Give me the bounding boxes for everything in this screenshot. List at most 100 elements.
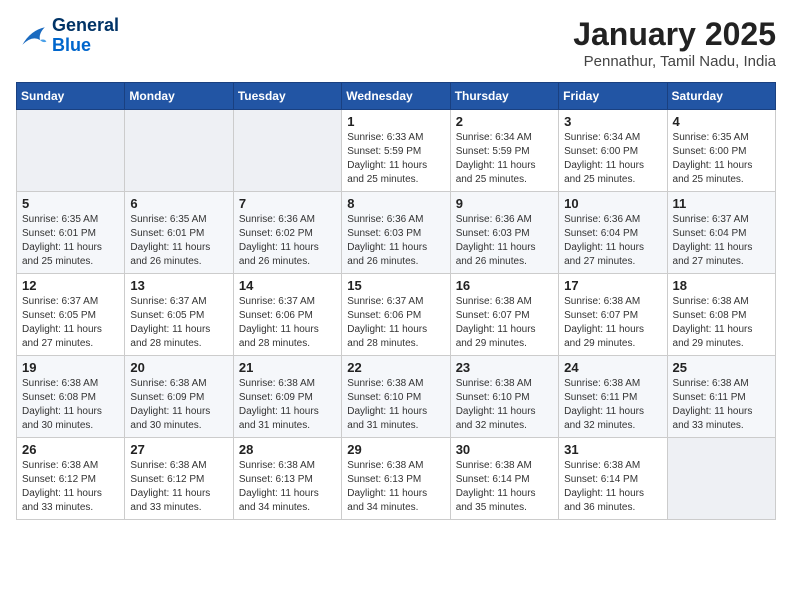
weekday-header-cell: Sunday	[17, 83, 125, 110]
day-info: Sunrise: 6:35 AM Sunset: 6:01 PM Dayligh…	[22, 213, 119, 269]
calendar-day-cell	[233, 110, 341, 192]
day-number: 22	[347, 360, 444, 375]
calendar-day-cell: 19 Sunrise: 6:38 AM Sunset: 6:08 PM Dayli…	[17, 356, 125, 438]
day-info: Sunrise: 6:38 AM Sunset: 6:09 PM Dayligh…	[130, 377, 227, 433]
calendar-subtitle: Pennathur, Tamil Nadu, India	[573, 53, 776, 70]
calendar-day-cell: 25 Sunrise: 6:38 AM Sunset: 6:11 PM Dayli…	[667, 356, 775, 438]
calendar-day-cell: 27Sunrise: 6:38 AM Sunset: 6:12 PM Dayli…	[125, 438, 233, 520]
day-info: Sunrise: 6:34 AM Sunset: 5:59 PM Dayligh…	[456, 131, 553, 187]
day-number: 23	[456, 360, 553, 375]
calendar-day-cell: 2 Sunrise: 6:34 AM Sunset: 5:59 PM Daylig…	[450, 110, 558, 192]
day-number: 28	[239, 442, 336, 457]
calendar-day-cell: 30Sunrise: 6:38 AM Sunset: 6:14 PM Dayli…	[450, 438, 558, 520]
weekday-header-cell: Friday	[559, 83, 667, 110]
calendar-day-cell: 22 Sunrise: 6:38 AM Sunset: 6:10 PM Dayli…	[342, 356, 450, 438]
day-number: 14	[239, 278, 336, 293]
day-number: 11	[673, 196, 770, 211]
day-info: Sunrise: 6:38 AM Sunset: 6:14 PM Dayligh…	[456, 459, 553, 515]
weekday-header-cell: Thursday	[450, 83, 558, 110]
day-number: 24	[564, 360, 661, 375]
calendar-day-cell: 3 Sunrise: 6:34 AM Sunset: 6:00 PM Daylig…	[559, 110, 667, 192]
day-info: Sunrise: 6:37 AM Sunset: 6:06 PM Dayligh…	[239, 295, 336, 351]
day-number: 5	[22, 196, 119, 211]
day-number: 1	[347, 114, 444, 129]
day-number: 15	[347, 278, 444, 293]
calendar-day-cell: 12 Sunrise: 6:37 AM Sunset: 6:05 PM Dayli…	[17, 274, 125, 356]
calendar-day-cell: 13 Sunrise: 6:37 AM Sunset: 6:05 PM Dayli…	[125, 274, 233, 356]
calendar-week-row: 26 Sunrise: 6:38 AM Sunset: 6:12 PM Dayli…	[17, 438, 776, 520]
day-number: 12	[22, 278, 119, 293]
calendar-day-cell: 24 Sunrise: 6:38 AM Sunset: 6:11 PM Dayli…	[559, 356, 667, 438]
day-number: 4	[673, 114, 770, 129]
day-info: Sunrise: 6:37 AM Sunset: 6:05 PM Dayligh…	[130, 295, 227, 351]
logo-bird-icon	[16, 22, 48, 50]
calendar-day-cell: 10 Sunrise: 6:36 AM Sunset: 6:04 PM Dayli…	[559, 192, 667, 274]
day-info: Sunrise: 6:38 AM Sunset: 6:14 PM Dayligh…	[564, 459, 661, 515]
calendar-day-cell: 14 Sunrise: 6:37 AM Sunset: 6:06 PM Dayli…	[233, 274, 341, 356]
calendar-week-row: 19 Sunrise: 6:38 AM Sunset: 6:08 PM Dayli…	[17, 356, 776, 438]
weekday-header-cell: Tuesday	[233, 83, 341, 110]
calendar-day-cell: 8Sunrise: 6:36 AM Sunset: 6:03 PM Daylig…	[342, 192, 450, 274]
day-info: Sunrise: 6:37 AM Sunset: 6:04 PM Dayligh…	[673, 213, 770, 269]
weekday-header-cell: Wednesday	[342, 83, 450, 110]
day-info: Sunrise: 6:38 AM Sunset: 6:13 PM Dayligh…	[239, 459, 336, 515]
day-info: Sunrise: 6:38 AM Sunset: 6:10 PM Dayligh…	[347, 377, 444, 433]
day-number: 25	[673, 360, 770, 375]
day-info: Sunrise: 6:38 AM Sunset: 6:11 PM Dayligh…	[673, 377, 770, 433]
logo: General Blue	[16, 16, 119, 56]
calendar-day-cell: 26 Sunrise: 6:38 AM Sunset: 6:12 PM Dayli…	[17, 438, 125, 520]
day-number: 26	[22, 442, 119, 457]
page-header: General Blue January 2025 Pennathur, Tam…	[16, 16, 776, 70]
day-number: 8	[347, 196, 444, 211]
day-number: 20	[130, 360, 227, 375]
calendar-day-cell	[125, 110, 233, 192]
day-info: Sunrise: 6:38 AM Sunset: 6:07 PM Dayligh…	[564, 295, 661, 351]
day-number: 21	[239, 360, 336, 375]
day-info: Sunrise: 6:35 AM Sunset: 6:00 PM Dayligh…	[673, 131, 770, 187]
day-number: 18	[673, 278, 770, 293]
calendar-day-cell: 9Sunrise: 6:36 AM Sunset: 6:03 PM Daylig…	[450, 192, 558, 274]
day-info: Sunrise: 6:36 AM Sunset: 6:02 PM Dayligh…	[239, 213, 336, 269]
day-info: Sunrise: 6:36 AM Sunset: 6:03 PM Dayligh…	[456, 213, 553, 269]
day-info: Sunrise: 6:38 AM Sunset: 6:12 PM Dayligh…	[22, 459, 119, 515]
calendar-day-cell: 23 Sunrise: 6:38 AM Sunset: 6:10 PM Dayli…	[450, 356, 558, 438]
day-info: Sunrise: 6:37 AM Sunset: 6:05 PM Dayligh…	[22, 295, 119, 351]
calendar-body: 1 Sunrise: 6:33 AM Sunset: 5:59 PM Daylig…	[17, 110, 776, 520]
day-number: 29	[347, 442, 444, 457]
weekday-header-cell: Saturday	[667, 83, 775, 110]
calendar-title: January 2025	[573, 16, 776, 53]
calendar-day-cell: 18 Sunrise: 6:38 AM Sunset: 6:08 PM Dayli…	[667, 274, 775, 356]
day-info: Sunrise: 6:38 AM Sunset: 6:08 PM Dayligh…	[22, 377, 119, 433]
day-number: 19	[22, 360, 119, 375]
calendar-day-cell: 20 Sunrise: 6:38 AM Sunset: 6:09 PM Dayli…	[125, 356, 233, 438]
day-number: 6	[130, 196, 227, 211]
calendar-day-cell: 31 Sunrise: 6:38 AM Sunset: 6:14 PM Dayli…	[559, 438, 667, 520]
calendar-day-cell: 1 Sunrise: 6:33 AM Sunset: 5:59 PM Daylig…	[342, 110, 450, 192]
calendar-day-cell: 4 Sunrise: 6:35 AM Sunset: 6:00 PM Daylig…	[667, 110, 775, 192]
day-number: 27	[130, 442, 227, 457]
day-number: 31	[564, 442, 661, 457]
calendar-table: SundayMondayTuesdayWednesdayThursdayFrid…	[16, 82, 776, 520]
day-info: Sunrise: 6:36 AM Sunset: 6:04 PM Dayligh…	[564, 213, 661, 269]
day-info: Sunrise: 6:38 AM Sunset: 6:10 PM Dayligh…	[456, 377, 553, 433]
calendar-day-cell: 5 Sunrise: 6:35 AM Sunset: 6:01 PM Daylig…	[17, 192, 125, 274]
day-info: Sunrise: 6:34 AM Sunset: 6:00 PM Dayligh…	[564, 131, 661, 187]
day-number: 3	[564, 114, 661, 129]
day-number: 10	[564, 196, 661, 211]
day-number: 13	[130, 278, 227, 293]
day-info: Sunrise: 6:38 AM Sunset: 6:11 PM Dayligh…	[564, 377, 661, 433]
calendar-week-row: 12 Sunrise: 6:37 AM Sunset: 6:05 PM Dayli…	[17, 274, 776, 356]
day-info: Sunrise: 6:37 AM Sunset: 6:06 PM Dayligh…	[347, 295, 444, 351]
day-number: 2	[456, 114, 553, 129]
day-info: Sunrise: 6:38 AM Sunset: 6:08 PM Dayligh…	[673, 295, 770, 351]
day-info: Sunrise: 6:33 AM Sunset: 5:59 PM Dayligh…	[347, 131, 444, 187]
weekday-header-cell: Monday	[125, 83, 233, 110]
weekday-header-row: SundayMondayTuesdayWednesdayThursdayFrid…	[17, 83, 776, 110]
calendar-week-row: 1 Sunrise: 6:33 AM Sunset: 5:59 PM Daylig…	[17, 110, 776, 192]
calendar-day-cell	[17, 110, 125, 192]
calendar-day-cell: 7 Sunrise: 6:36 AM Sunset: 6:02 PM Daylig…	[233, 192, 341, 274]
calendar-day-cell: 16Sunrise: 6:38 AM Sunset: 6:07 PM Dayli…	[450, 274, 558, 356]
calendar-day-cell: 21 Sunrise: 6:38 AM Sunset: 6:09 PM Dayli…	[233, 356, 341, 438]
day-info: Sunrise: 6:38 AM Sunset: 6:09 PM Dayligh…	[239, 377, 336, 433]
day-number: 7	[239, 196, 336, 211]
